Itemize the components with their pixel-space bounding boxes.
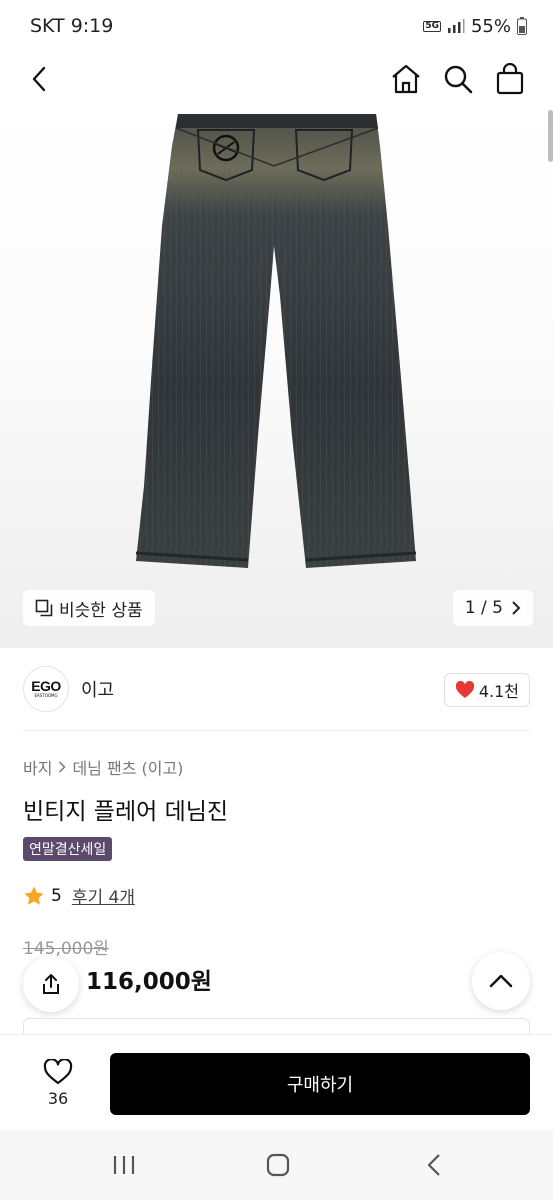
chevron-right-icon — [59, 761, 67, 773]
network-5g-icon: 5G — [423, 20, 441, 32]
star-icon — [24, 886, 44, 905]
share-button[interactable] — [23, 956, 79, 1012]
chevron-left-icon — [427, 1154, 440, 1176]
home-system-button[interactable] — [258, 1150, 298, 1180]
brand-name[interactable]: 이고 — [81, 676, 114, 702]
home-icon — [392, 64, 420, 94]
wishlist-button[interactable]: 36 — [28, 1053, 88, 1113]
back-button[interactable] — [19, 58, 61, 100]
home-button[interactable] — [385, 58, 427, 100]
breadcrumb-item[interactable]: 데님 팬츠 (이고) — [72, 755, 183, 779]
sale-badge: 연말결산세일 — [23, 837, 113, 861]
top-nav — [0, 52, 553, 106]
brand-logo[interactable]: EGO EASTOOMG — [23, 666, 69, 712]
similar-products-label: 비슷한 상품 — [59, 600, 143, 621]
status-indicators: 5G 55% — [423, 16, 527, 37]
back-system-button[interactable] — [414, 1150, 454, 1180]
breadcrumb: 바지 데님 팬츠 (이고) — [23, 755, 183, 779]
page-indicator-text: 1 / 5 — [464, 598, 503, 618]
recent-apps-button[interactable] — [104, 1150, 144, 1180]
battery-icon — [517, 17, 527, 35]
chevron-up-icon — [489, 974, 513, 988]
original-price: 145,000원 — [23, 939, 109, 959]
signal-icon — [447, 19, 465, 33]
status-carrier-time: SKT 9:19 — [30, 15, 114, 37]
similar-products-button[interactable]: 비슷한 상품 — [23, 590, 155, 626]
gallery-page-indicator[interactable]: 1 / 5 — [452, 590, 533, 626]
brand-logo-text: EGO — [31, 678, 61, 694]
search-button[interactable] — [437, 58, 479, 100]
home-square-icon — [266, 1153, 290, 1177]
brand-like-button[interactable]: 4.1천 — [443, 673, 530, 707]
product-title: 빈티지 플레어 데님진 — [23, 799, 229, 825]
sale-price: 116,000원 — [86, 969, 212, 995]
product-image-gallery[interactable] — [0, 106, 553, 648]
product-image — [135, 114, 417, 568]
chevron-right-icon — [512, 601, 521, 615]
wishlist-count: 36 — [47, 1088, 69, 1108]
chevron-left-icon — [32, 66, 46, 92]
shopping-bag-icon — [496, 63, 524, 95]
search-icon — [444, 65, 473, 94]
heart-outline-icon — [43, 1058, 73, 1084]
battery-percent: 55% — [470, 15, 511, 37]
system-nav-bar — [0, 1130, 553, 1200]
rating-score: 5 — [51, 885, 62, 906]
recent-apps-icon — [113, 1156, 135, 1174]
heart-filled-icon — [455, 681, 474, 698]
breadcrumb-item[interactable]: 바지 — [23, 755, 52, 779]
scroll-indicator — [548, 110, 553, 162]
share-icon — [43, 974, 59, 994]
status-bar: SKT 9:19 5G 55% — [0, 0, 553, 52]
divider — [23, 730, 530, 731]
scroll-to-top-button[interactable] — [472, 952, 530, 1010]
brand-logo-subtext: EASTOOMG — [34, 693, 58, 698]
rating-row: 5 후기 4개 — [23, 883, 135, 908]
brand-like-count: 4.1천 — [478, 682, 519, 701]
cart-button[interactable] — [489, 58, 531, 100]
similar-items-icon — [35, 599, 53, 617]
review-count-link[interactable]: 후기 4개 — [72, 883, 135, 908]
brand-row[interactable]: EGO EASTOOMG 이고 4.1천 — [0, 660, 553, 720]
bottom-action-bar: 36 구매하기 — [0, 1034, 553, 1130]
buy-button[interactable]: 구매하기 — [110, 1053, 530, 1115]
